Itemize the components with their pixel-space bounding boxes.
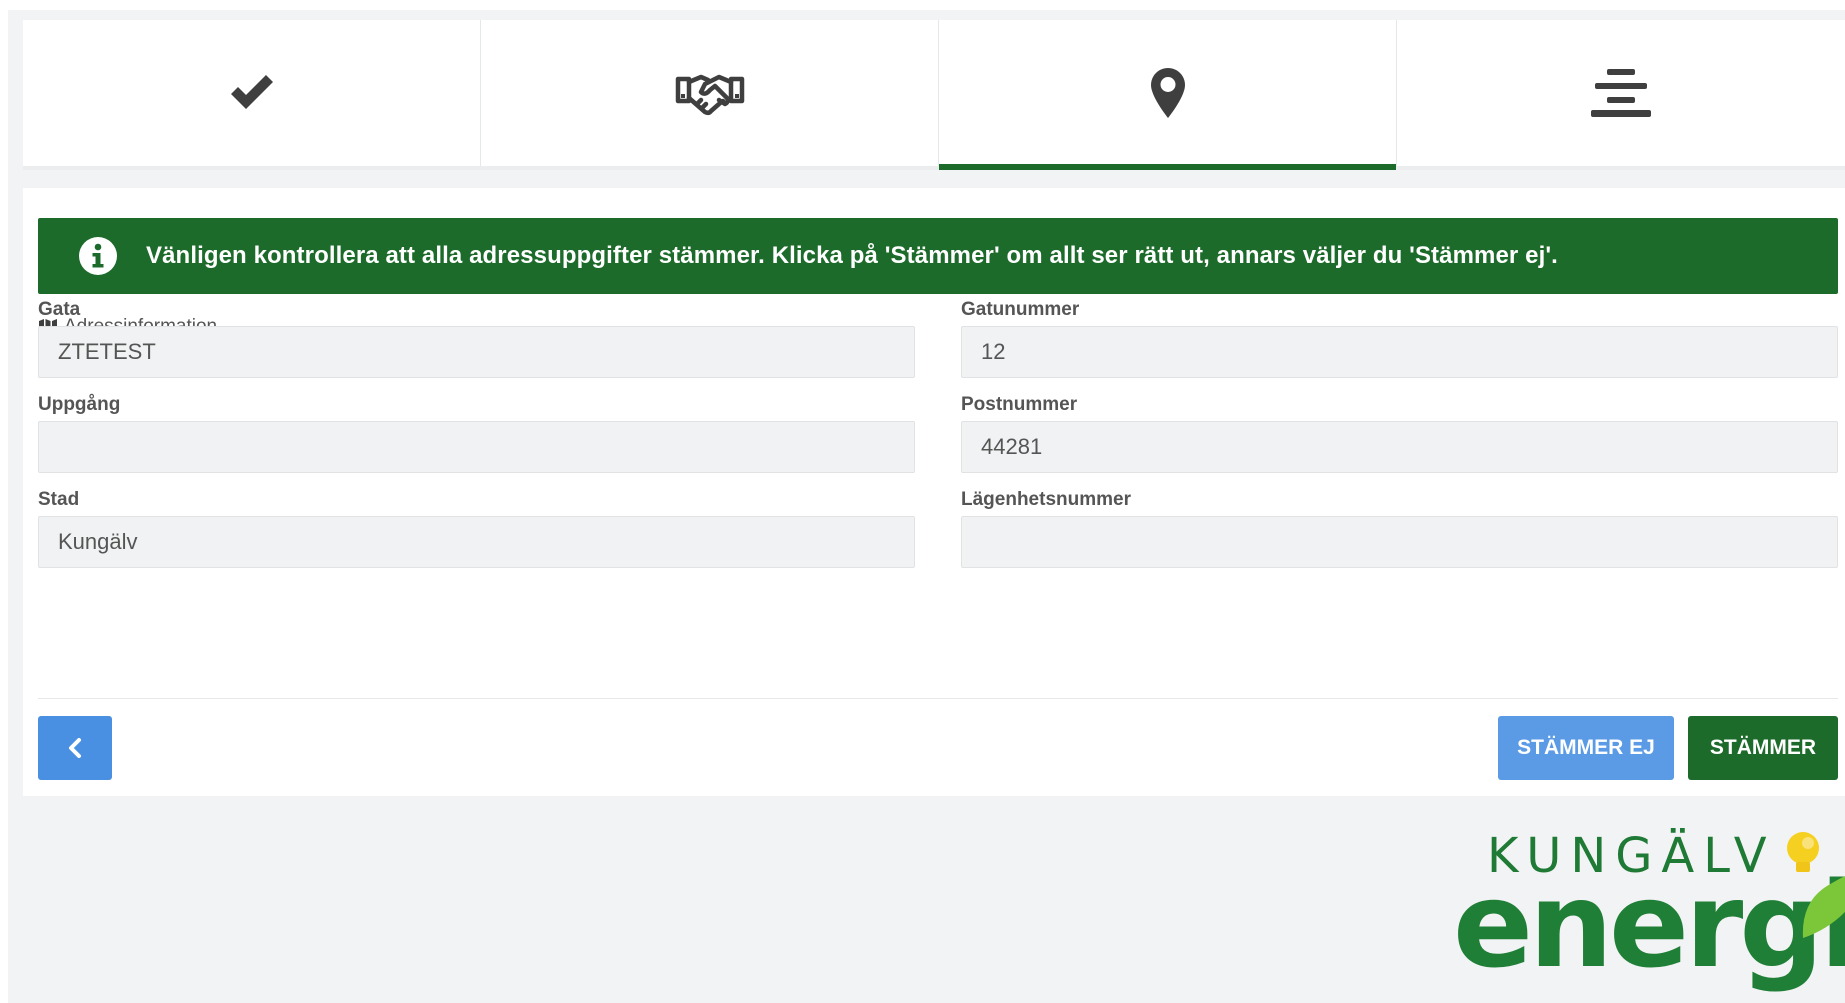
gata-input[interactable] — [38, 326, 915, 378]
info-circle-icon — [79, 237, 117, 275]
stammer-button[interactable]: STÄMMER — [1688, 716, 1838, 780]
kungalv-energi-logo: KUNGÄLV energi — [1445, 820, 1845, 995]
chevron-left-icon — [69, 738, 81, 758]
step-tab-agreement[interactable] — [481, 20, 939, 166]
align-center-icon — [1591, 69, 1651, 117]
lagenhetsnummer-input[interactable] — [961, 516, 1838, 568]
leaf-icon — [1802, 876, 1845, 938]
stad-input[interactable] — [38, 516, 915, 568]
stad-label: Stad — [38, 489, 80, 510]
step-tabs — [23, 20, 1845, 170]
handshake-icon — [675, 74, 744, 116]
step-tab-confirm[interactable] — [23, 20, 481, 166]
alert-message: Vänligen kontrollera att alla adressuppg… — [146, 242, 1558, 269]
check-icon — [230, 75, 273, 109]
gatunummer-input[interactable] — [961, 326, 1838, 378]
gata-label: Gata — [38, 299, 81, 320]
step-tab-summary[interactable] — [1397, 20, 1845, 166]
address-card: Vänligen kontrollera att alla adressuppg… — [23, 188, 1845, 796]
map-marker-icon — [1150, 68, 1185, 118]
uppgang-label: Uppgång — [38, 394, 121, 415]
lagenhetsnummer-label: Lägenhetsnummer — [961, 489, 1131, 510]
info-alert: Vänligen kontrollera att alla adressuppg… — [38, 218, 1838, 294]
divider — [38, 698, 1838, 699]
postnummer-label: Postnummer — [961, 394, 1078, 415]
stammer-ej-button[interactable]: STÄMMER EJ — [1498, 716, 1674, 780]
step-tab-address[interactable] — [939, 20, 1397, 170]
back-button[interactable] — [38, 716, 112, 780]
uppgang-input[interactable] — [38, 421, 915, 473]
postnummer-input[interactable] — [961, 421, 1838, 473]
gatunummer-label: Gatunummer — [961, 299, 1080, 320]
